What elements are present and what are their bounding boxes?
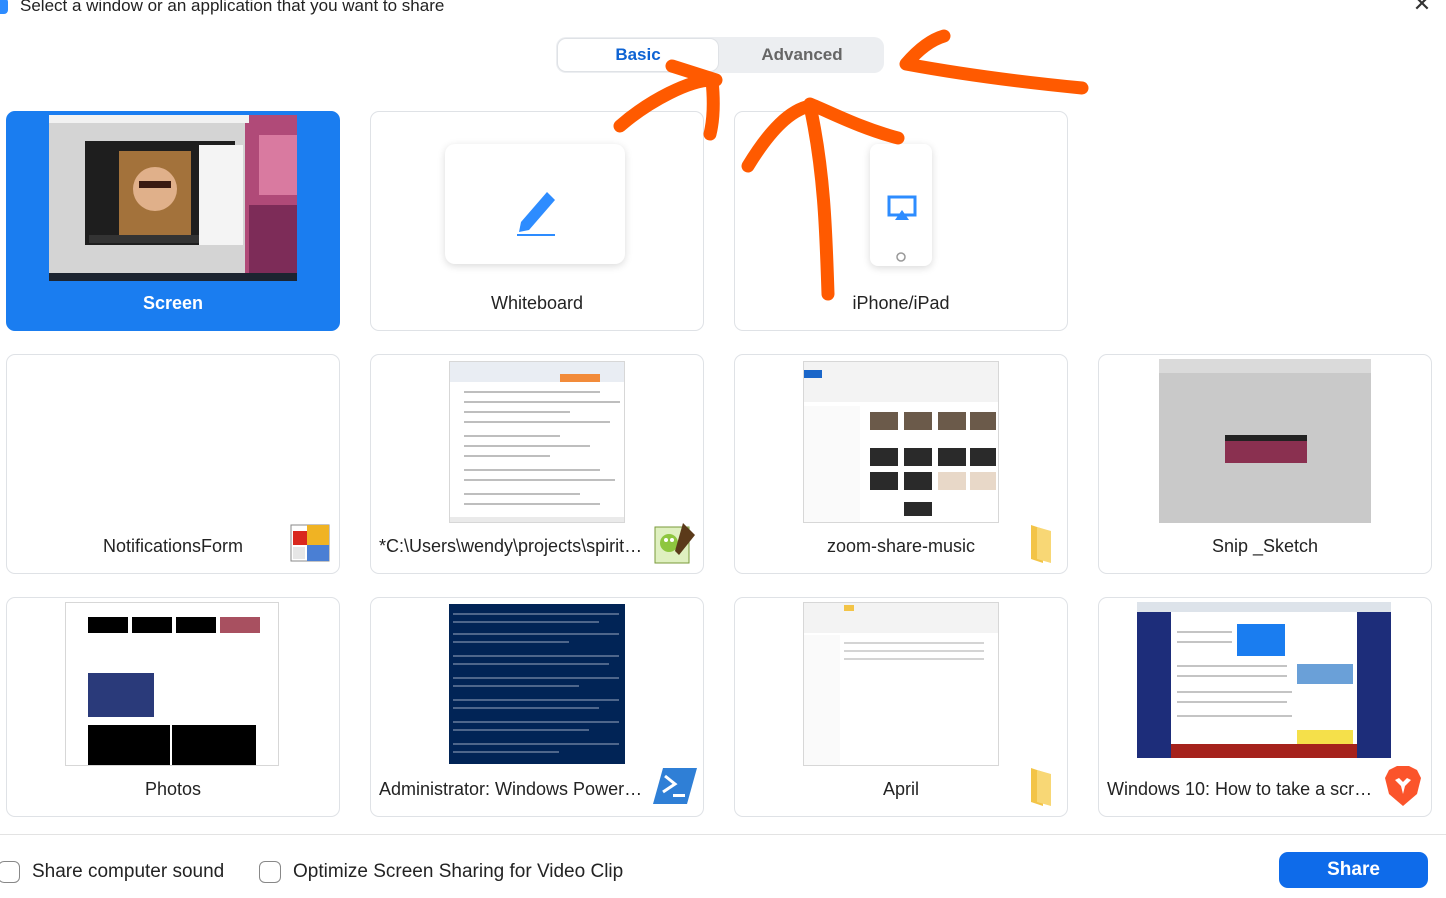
folder-icon [1031,525,1051,563]
share-sound-checkbox[interactable] [0,861,20,883]
share-button[interactable]: Share [1279,852,1428,888]
powershell-thumbnail [449,604,625,764]
zoom-app-icon [0,0,8,14]
tile-label: Windows 10: How to take a scree... [1107,779,1375,799]
snip-thumbnail [1159,359,1371,523]
powershell-icon [653,768,697,804]
share-tile-snip-sketch[interactable]: Snip _Sketch [1098,354,1432,574]
tile-label: Screen [142,293,204,313]
share-tile-iphone-ipad[interactable]: iPhone/iPad [734,111,1068,331]
phone-card [870,144,932,266]
tab-basic[interactable]: Basic [558,39,718,71]
share-tile-whiteboard[interactable]: Whiteboard [370,111,704,331]
tile-label: *C:\Users\wendy\projects\spiritu... [379,536,647,556]
share-tile-notepadpp[interactable]: *C:\Users\wendy\projects\spiritu... [370,354,704,574]
close-button[interactable]: ✕ [1412,0,1432,16]
notepad-plus-icon [654,523,695,564]
notepad-thumbnail [449,361,625,523]
share-sound-row: Share computer sound [0,858,224,886]
title-bar: Select a window or an application that y… [0,0,1446,22]
share-mode-tabs: Basic Advanced [556,37,884,73]
optimize-video-label: Optimize Screen Sharing for Video Clip [293,861,624,882]
share-sound-label: Share computer sound [32,861,225,882]
window-title: Select a window or an application that y… [20,0,445,15]
tile-label: Snip _Sketch [1211,536,1319,556]
share-tile-notificationsform[interactable]: NotificationsForm [6,354,340,574]
footer-divider [0,834,1446,835]
tile-label: Photos [144,779,202,799]
share-tile-april[interactable]: April [734,597,1068,817]
share-tile-brave[interactable]: Windows 10: How to take a scree... [1098,597,1432,817]
arrow-to-advanced [899,29,1089,95]
explorer-thumbnail [803,361,999,523]
tile-label: Whiteboard [490,293,584,313]
share-tile-powershell[interactable]: Administrator: Windows PowerSh... [370,597,704,817]
tab-advanced[interactable]: Advanced [722,39,882,71]
airplay-icon [887,195,917,262]
whiteboard-card [445,144,625,264]
optimize-video-row: Optimize Screen Sharing for Video Clip [259,858,623,886]
share-tile-screen[interactable]: Screen [6,111,340,331]
form-app-icon [290,524,330,562]
photos-thumbnail [65,602,279,766]
screen-thumbnail [49,115,297,281]
share-tile-photos[interactable]: Photos [6,597,340,817]
browser-thumbnail [1137,602,1391,758]
april-thumbnail [803,602,999,766]
folder-icon [1031,768,1051,806]
optimize-video-checkbox[interactable] [259,861,281,883]
tile-label: iPhone/iPad [852,293,950,313]
pen-icon [517,192,555,236]
tile-label: Administrator: Windows PowerSh... [379,779,647,799]
brave-browser-icon [1385,766,1421,806]
share-tile-zoom-share-music[interactable]: zoom-share-music [734,354,1068,574]
